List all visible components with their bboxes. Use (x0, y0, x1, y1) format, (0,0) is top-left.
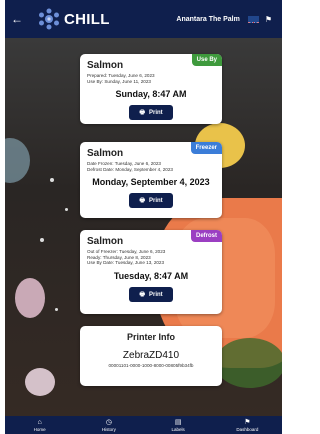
nav-label: Dashboard (236, 426, 259, 432)
home-icon: ⌂ (37, 418, 42, 426)
print-label: Print (149, 197, 163, 204)
nav-label: Home (33, 426, 46, 432)
app-title: CHILL (64, 10, 110, 28)
nav-home[interactable]: ⌂ Home (5, 416, 74, 434)
location-name[interactable]: Anantara The Palm (176, 16, 239, 23)
top-bar: ← CHILL Anantara The Palm ⚑ (5, 0, 282, 38)
labels-icon: ▤ (174, 418, 182, 426)
nav-label: Labels (171, 426, 185, 432)
nav-labels[interactable]: ▤ Labels (144, 416, 213, 434)
expiry-time: Sunday, 8:47 AM (115, 89, 187, 100)
defrost-tag: Defrost (190, 230, 222, 242)
printer-icon: 🖶 (139, 109, 145, 116)
chill-logo: CHILL (37, 7, 110, 31)
date-line: Defrost Date: Monday, September 4, 2023 (87, 166, 173, 172)
nav-history[interactable]: ◷ History (74, 416, 143, 434)
defrost-date: Monday, September 4, 2023 (92, 177, 210, 188)
print-label: Print (149, 291, 163, 298)
language-selector-icon[interactable]: ⚑ (265, 15, 272, 24)
expiry-time: Tuesday, 8:47 AM (113, 271, 189, 282)
label-card-defrost: Defrost Salmon Out of Freezer: Tuesday, … (80, 230, 222, 314)
item-dates: Prepared: Tuesday, June 6, 2023 Use By: … (87, 73, 215, 84)
printer-icon: 🖶 (139, 197, 145, 204)
item-dates: Out of Freezer: Tuesday, June 6, 2023 Re… (87, 249, 215, 266)
date-line: Use By: Sunday, June 11, 2023 (87, 78, 151, 84)
printer-info-card: Printer Info ZebraZD410 00001101-0000-10… (80, 326, 222, 386)
app-frame: ← CHILL Anantara The Palm ⚑ Use By Salmo… (5, 0, 282, 434)
print-button[interactable]: 🖶 Print (129, 193, 173, 209)
label-card-use-by: Use By Salmon Prepared: Tuesday, June 6,… (80, 54, 222, 124)
nav-label: History (101, 426, 116, 432)
nav-dashboard[interactable]: ⚑ Dashboard (213, 416, 282, 434)
date-line: Use By Date: Tuesday, June 13, 2023 (87, 260, 165, 266)
printer-id: 00001101-0000-1000-8000-00805f9b34fb (108, 363, 194, 368)
print-button[interactable]: 🖶 Print (129, 105, 173, 121)
printer-name: ZebraZD410 (122, 350, 180, 361)
dashboard-icon: ⚑ (244, 418, 251, 426)
history-icon: ◷ (105, 418, 112, 426)
print-button[interactable]: 🖶 Print (129, 287, 173, 303)
bottom-nav: ⌂ Home ◷ History ▤ Labels ⚑ Dashboard (5, 416, 282, 434)
use-by-tag: Use By (191, 54, 222, 66)
item-dates: Date Frozen: Tuesday, June 6, 2023 Defro… (87, 161, 215, 172)
printer-info-title: Printer Info (126, 332, 175, 342)
freezer-tag: Freezer (190, 142, 222, 154)
label-card-freezer: Freezer Salmon Date Frozen: Tuesday, Jun… (80, 142, 222, 218)
uk-flag-icon[interactable] (247, 15, 259, 23)
arrow-left-icon[interactable]: ← (7, 12, 27, 26)
snowflake-icon (39, 8, 59, 30)
printer-icon: 🖶 (139, 291, 145, 298)
print-label: Print (149, 109, 163, 116)
